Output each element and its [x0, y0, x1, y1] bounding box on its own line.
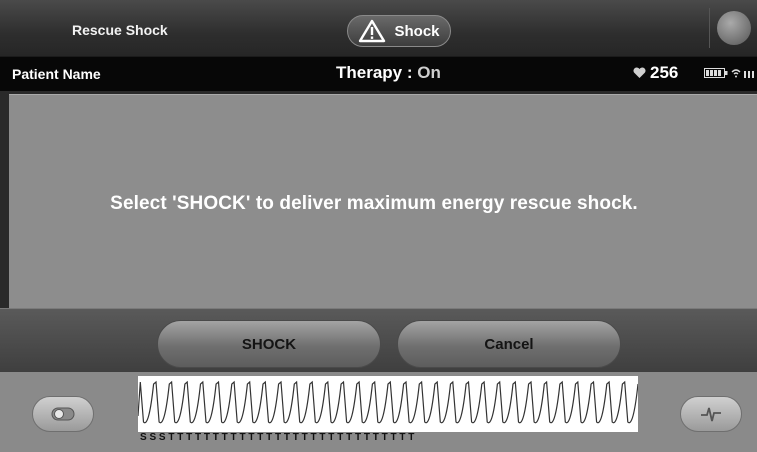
signal-icon: [731, 69, 754, 78]
ecg-markers: S S S T T T T T T T T T T T T T T T T T …: [140, 432, 415, 443]
patient-name: Patient Name: [12, 66, 101, 82]
therapy-value: On: [417, 63, 441, 82]
shock-tab[interactable]: Shock: [347, 15, 451, 47]
button-bar: SHOCK Cancel: [0, 308, 757, 372]
ecg-button[interactable]: [680, 396, 742, 432]
message-panel: Select 'SHOCK' to deliver maximum energy…: [9, 94, 757, 308]
battery-icon: [704, 68, 728, 78]
therapy-status: Therapy : On: [336, 63, 441, 83]
ecg-icon: [701, 407, 721, 422]
heart-icon: [633, 67, 646, 78]
toggle-icon: [51, 407, 75, 421]
shock-button[interactable]: SHOCK: [157, 320, 381, 368]
top-bar: Rescue Shock Shock: [0, 0, 757, 57]
warning-icon: [359, 19, 386, 43]
screen-title: Rescue Shock: [72, 22, 168, 38]
device-button[interactable]: [709, 8, 757, 48]
ecg-area: S S S T T T T T T T T T T T T T T T T T …: [0, 372, 757, 452]
device-icon: [716, 11, 751, 45]
therapy-label: Therapy :: [336, 63, 418, 82]
status-bar: Patient Name Therapy : On 256: [0, 57, 757, 91]
shock-tab-label: Shock: [394, 22, 440, 40]
heart-rate: 256: [650, 63, 679, 82]
toggle-button[interactable]: [32, 396, 94, 432]
ecg-waveform: [138, 376, 638, 432]
ecg-trace: [138, 380, 638, 424]
cancel-button[interactable]: Cancel: [397, 320, 621, 368]
instruction-message: Select 'SHOCK' to deliver maximum energy…: [110, 193, 638, 214]
status-indicators: [704, 68, 757, 78]
